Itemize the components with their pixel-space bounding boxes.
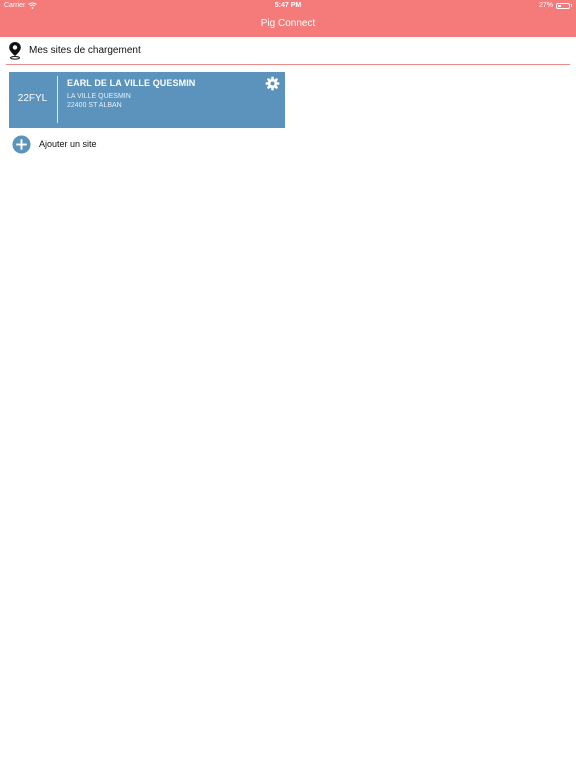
- add-site-label: Ajouter un site: [39, 139, 97, 149]
- status-battery: 27%: [539, 2, 572, 9]
- plus-circle-icon: [12, 134, 31, 154]
- page-title: Pig Connect: [260, 18, 316, 29]
- add-site-button[interactable]: Ajouter un site: [12, 134, 97, 154]
- site-code: 22FYL: [17, 93, 48, 104]
- status-bar: Carrier 5:47 PM 27%: [0, 0, 576, 12]
- section-title: Mes sites de chargement: [29, 45, 141, 56]
- map-pin-icon: [9, 42, 21, 60]
- site-card[interactable]: 22FYL EARL DE LA VILLE QUESMIN LA VILLE …: [9, 72, 285, 128]
- site-address-line2: 22400 ST ALBAN: [67, 102, 122, 109]
- battery-icon: [556, 2, 570, 9]
- site-separator: [57, 76, 58, 123]
- section-header: Mes sites de chargement: [0, 37, 576, 65]
- app-header: Carrier 5:47 PM 27% Pig Connect: [0, 0, 576, 37]
- site-address-line1: LA VILLE QUESMIN: [67, 93, 131, 100]
- site-name: EARL DE LA VILLE QUESMIN: [67, 78, 196, 88]
- gear-icon[interactable]: [265, 76, 280, 91]
- status-time: 5:47 PM: [274, 2, 302, 9]
- section-divider: [6, 64, 570, 65]
- battery-percent: 27%: [538, 2, 553, 9]
